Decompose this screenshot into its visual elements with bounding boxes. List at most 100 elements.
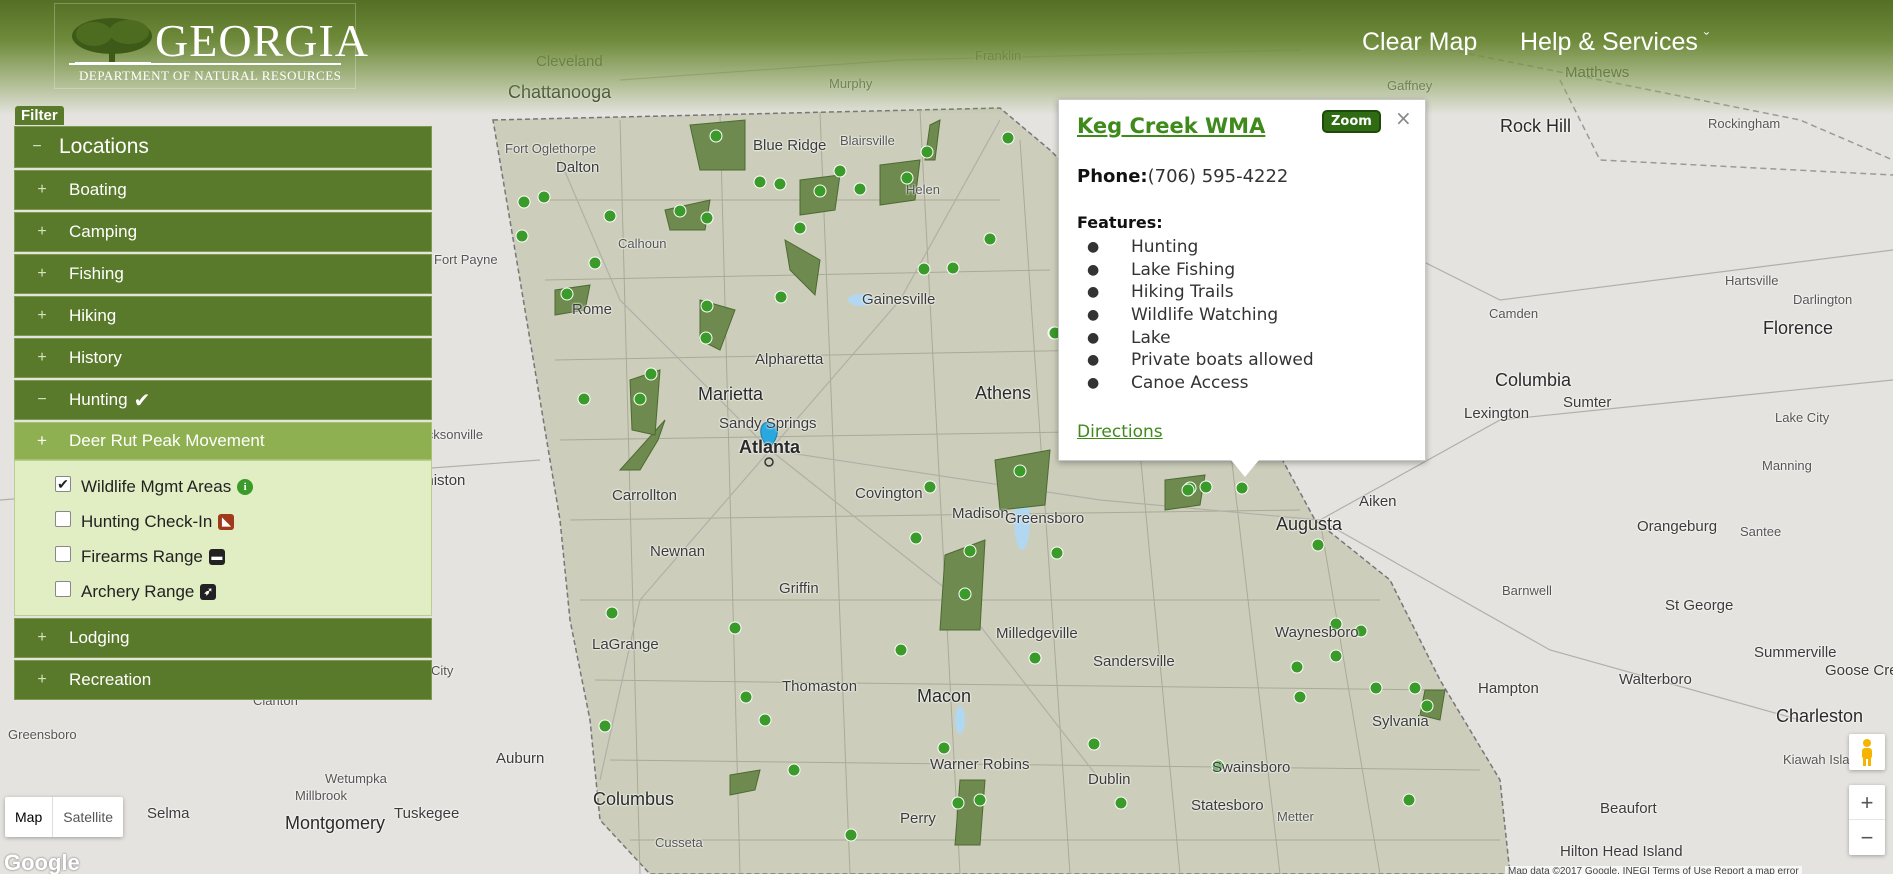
category-label: Hiking	[69, 306, 117, 325]
map-place-label: Swainsboro	[1212, 759, 1291, 776]
map-place-label: Barnwell	[1502, 583, 1552, 598]
map-place-label: Walterboro	[1619, 671, 1692, 688]
category-recreation[interactable]: + Recreation	[14, 660, 432, 700]
bullet: ●	[1087, 261, 1100, 278]
checkbox[interactable]	[55, 545, 71, 562]
locations-header[interactable]: − Locations	[14, 126, 432, 168]
map-place-label: City	[431, 663, 454, 678]
map-place-label: Marietta	[698, 384, 764, 404]
category-camping[interactable]: + Camping	[14, 212, 432, 252]
collapse-icon: −	[32, 138, 42, 155]
layer-hunting-check-in[interactable]: Hunting Check-In ◣	[15, 504, 431, 539]
feature-label: Canoe Access	[1131, 372, 1249, 393]
help-services-label: Help & Services	[1520, 28, 1698, 56]
map-place-label: Helen	[906, 182, 940, 197]
map-place-label: Montgomery	[285, 813, 386, 833]
category-history[interactable]: + History	[14, 338, 432, 378]
close-icon[interactable]: ×	[1395, 106, 1412, 130]
map-place-label: Metter	[1277, 809, 1314, 824]
category-fishing[interactable]: + Fishing	[14, 254, 432, 294]
expand-icon: +	[37, 265, 47, 282]
map-place-label: Manning	[1762, 458, 1812, 473]
map-type-map-button[interactable]: Map	[5, 797, 54, 837]
layer-wildlife-mgmt-areas[interactable]: ✔ Wildlife Mgmt Areas i	[15, 469, 431, 504]
map-place-label: Lake City	[1775, 410, 1830, 425]
wma-marker-icon: i	[237, 478, 254, 495]
map-place-label: Calhoun	[618, 236, 667, 251]
feature-item: ● Lake	[1077, 326, 1314, 349]
filter-sidebar: − Locations + Boating + Camping + Fishin…	[14, 126, 432, 702]
map-place-label: Newnan	[650, 543, 706, 560]
map-type-satellite-button[interactable]: Satellite	[53, 797, 123, 837]
subcategory-deer-rut[interactable]: + Deer Rut Peak Movement	[14, 422, 432, 460]
map-place-label: Camden	[1489, 306, 1539, 321]
category-label: Lodging	[69, 628, 130, 647]
info-popup: Keg Creek WMA Zoom × Phone:(706) 595-422…	[1058, 99, 1426, 477]
bullet: ●	[1087, 329, 1100, 346]
checkbox[interactable]	[55, 510, 71, 527]
layer-archery-range[interactable]: Archery Range ➶	[15, 574, 431, 609]
map-place-label: Hampton	[1478, 680, 1539, 697]
clear-map-link[interactable]: Clear Map	[1362, 28, 1477, 57]
map-place-label: Lexington	[1464, 405, 1530, 422]
filter-tab[interactable]: Filter	[15, 106, 64, 125]
map-place-label: Dublin	[1088, 771, 1131, 788]
bullet: ●	[1087, 374, 1100, 391]
category-hiking[interactable]: + Hiking	[14, 296, 432, 336]
help-services-menu[interactable]: Help & Services ˇ	[1520, 28, 1709, 57]
feature-item: ● Private boats allowed	[1077, 349, 1314, 372]
directions-link[interactable]: Directions	[1077, 422, 1163, 442]
map-place-label: Orangeburg	[1637, 518, 1718, 535]
category-hunting[interactable]: − Hunting ✔	[14, 380, 432, 420]
zoom-out-button[interactable]: −	[1849, 820, 1885, 855]
map-place-label: Beaufort	[1600, 800, 1657, 817]
category-boating[interactable]: + Boating	[14, 170, 432, 210]
map-place-label: Rock Hill	[1500, 116, 1572, 136]
feature-item: ● Wildlife Watching	[1077, 304, 1314, 327]
chevron-down-icon: ˇ	[1703, 31, 1710, 48]
popup-title-link[interactable]: Keg Creek WMA	[1077, 114, 1265, 138]
map-place-label: Milledgeville	[996, 625, 1078, 642]
map-place-label: Charleston	[1776, 706, 1864, 726]
map-place-label: Gainesville	[862, 291, 936, 308]
map-place-label: Millbrook	[295, 788, 348, 803]
map-place-label: Waynesboro	[1275, 624, 1359, 641]
category-lodging[interactable]: + Lodging	[14, 618, 432, 658]
expand-icon: +	[37, 431, 47, 450]
map-place-label: Tuskegee	[394, 805, 460, 822]
street-view-pegman-icon[interactable]	[1849, 734, 1885, 770]
oak-tree-icon	[72, 18, 152, 65]
zoom-in-button[interactable]: +	[1849, 785, 1885, 820]
bullet: ●	[1087, 284, 1100, 301]
map-place-label: Sylvania	[1372, 713, 1429, 730]
layer-firearms-range[interactable]: Firearms Range ▬	[15, 539, 431, 574]
layer-label: Archery Range	[81, 581, 195, 601]
map-place-label: Griffin	[779, 580, 819, 597]
dnr-logo[interactable]: GEORGIA DEPARTMENT OF NATURAL RESOURCES	[54, 3, 368, 89]
map-place-label: Greensboro	[1005, 510, 1085, 527]
map-place-label: Columbia	[1495, 370, 1572, 390]
hunting-layers: ✔ Wildlife Mgmt Areas i Hunting Check-In…	[14, 460, 432, 616]
zoom-button[interactable]: Zoom	[1322, 110, 1381, 133]
feature-item: ● Lake Fishing	[1077, 259, 1314, 282]
map-place-label: Macon	[917, 686, 972, 706]
checkbox[interactable]	[55, 580, 71, 597]
logo-rule	[69, 63, 341, 65]
map-place-label: Madison	[952, 505, 1009, 522]
map-place-label: Statesboro	[1191, 797, 1264, 814]
map-place-label: Darlington	[1793, 292, 1853, 307]
popup-pointer	[1231, 460, 1259, 477]
map-place-label: Aiken	[1359, 493, 1397, 510]
expand-icon: +	[37, 181, 47, 198]
feature-label: Hunting	[1131, 237, 1199, 258]
logo-subtitle: DEPARTMENT OF NATURAL RESOURCES	[79, 68, 342, 83]
bullet: ●	[1087, 239, 1100, 256]
map-place-label: Blairsville	[840, 133, 895, 148]
bullet: ●	[1087, 352, 1100, 369]
map-place-label: St George	[1665, 597, 1734, 614]
layer-label: Hunting Check-In	[81, 511, 213, 531]
checkmark-icon: ✔	[133, 389, 151, 412]
map-attribution[interactable]: Map data ©2017 Google, INEGI Terms of Us…	[1505, 866, 1802, 874]
map-place-label: Goose Creek	[1825, 662, 1893, 679]
checkbox[interactable]: ✔	[55, 475, 71, 492]
